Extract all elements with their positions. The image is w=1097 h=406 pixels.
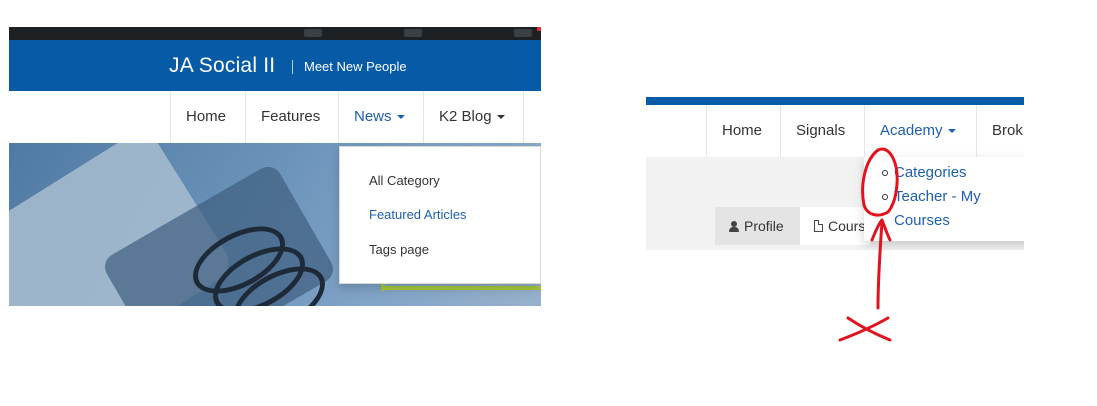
- nav-label: Home: [722, 122, 763, 139]
- dropdown-item-all-category[interactable]: All Category: [369, 173, 440, 188]
- nav-label: K2 Blog: [439, 108, 492, 125]
- circle-bullet-icon: [882, 170, 888, 176]
- annotation-cross-1: [846, 316, 892, 342]
- tagline-divider: [292, 60, 293, 74]
- nav-label: Brok: [992, 122, 1023, 139]
- toolbar-icon[interactable]: [514, 29, 532, 37]
- news-dropdown-menu: All Category Featured Articles Tags page: [339, 146, 541, 284]
- nav-news[interactable]: News: [338, 91, 423, 143]
- nav-label: Home: [186, 108, 227, 125]
- circle-bullet-icon: [882, 194, 888, 200]
- tab-label: Profile: [744, 218, 784, 234]
- nav-features[interactable]: Features: [245, 91, 338, 143]
- annotation-cross-2: [838, 316, 890, 342]
- tab-label: Cours: [828, 218, 866, 234]
- nav-k2-blog[interactable]: K2 Blog: [423, 91, 523, 143]
- caret-down-icon: [947, 129, 956, 134]
- site-tagline: Meet New People: [304, 59, 407, 74]
- nav-brokers[interactable]: Brok: [976, 105, 1024, 157]
- nav-label: Academy: [880, 122, 943, 139]
- toolbar-accent: [537, 27, 541, 31]
- nav-home[interactable]: Home: [170, 91, 245, 143]
- nav-label: News: [354, 108, 392, 125]
- file-icon: [814, 220, 823, 232]
- nav-academy[interactable]: Academy: [864, 105, 976, 157]
- left-screenshot: JA Social II Meet New People Home Featur…: [9, 27, 541, 306]
- toolbar-icon[interactable]: [304, 29, 322, 37]
- top-toolbar: [9, 27, 541, 40]
- dropdown-item-featured-articles[interactable]: Featured Articles: [369, 207, 467, 222]
- site-title[interactable]: JA Social II: [169, 54, 275, 78]
- header-strip: [646, 97, 1024, 105]
- right-screenshot: Home Signals Academy Brok Profile Cours …: [646, 97, 1024, 250]
- dropdown-item-label: Categories: [894, 164, 967, 181]
- main-nav: Home Features News K2 Blog: [9, 91, 541, 143]
- dropdown-item-label: Teacher - My Courses: [894, 188, 981, 229]
- nav-label: Signals: [796, 122, 846, 139]
- caret-down-icon: [396, 115, 405, 120]
- tab-profile[interactable]: Profile: [715, 207, 800, 245]
- tab-courses[interactable]: Cours: [800, 207, 870, 245]
- nav-signals[interactable]: Signals: [780, 105, 864, 157]
- nav-label: Features: [261, 108, 321, 125]
- hero-text-fragment: [381, 286, 541, 290]
- site-header: JA Social II Meet New People: [9, 40, 541, 91]
- nav-home[interactable]: Home: [706, 105, 781, 157]
- caret-down-icon: [496, 115, 505, 120]
- nav-next[interactable]: [523, 91, 541, 143]
- toolbar-icon[interactable]: [404, 29, 422, 37]
- user-icon: [729, 221, 739, 232]
- academy-dropdown-menu: Categories Teacher - My Courses: [864, 157, 1024, 241]
- dropdown-item-tags-page[interactable]: Tags page: [369, 242, 429, 257]
- main-nav: Home Signals Academy Brok: [646, 105, 1024, 157]
